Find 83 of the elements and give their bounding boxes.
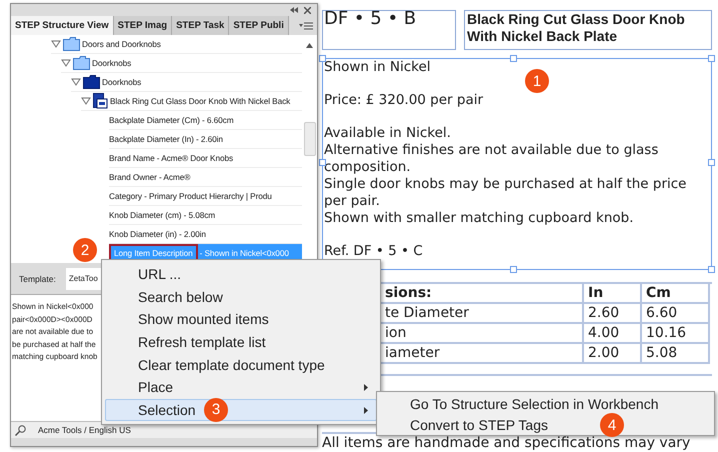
- item-label: Doorknobs: [92, 58, 132, 68]
- item-label: Backplate Diameter (In) - 2.60in: [109, 134, 223, 144]
- callout-number: 2: [73, 238, 97, 262]
- panel-tab[interactable]: STEP Imag: [114, 16, 172, 35]
- frame-paragraph: Available in Nickel. Alternative finishes are not available due to glass composition. Single door knobs may be purchased at half the price per pair. Shown with smaller matching cupboard knob.: [324, 125, 688, 227]
- menu-item[interactable]: Refresh template list: [105, 330, 377, 354]
- item-label: Black Ring Cut Glass Door Knob With Nickel Back: [110, 96, 290, 106]
- title-frame: Black Ring Cut Glass Door Knob With Nickel Back Plate: [464, 10, 712, 50]
- tree-row[interactable]: Doors and Doorknobs: [51, 35, 302, 54]
- tree-row[interactable]: Category - Primary Product Hierarchy | Produ: [109, 187, 302, 206]
- table-cell: 6.60: [642, 304, 710, 324]
- menu-item[interactable]: URL ...: [105, 263, 377, 286]
- table-cell: 2.00: [584, 344, 642, 364]
- panel-tab[interactable]: STEP Publi: [229, 16, 289, 35]
- menu-item[interactable]: Clear template document type: [105, 353, 377, 376]
- frame-handle[interactable]: [319, 55, 326, 62]
- tree-row[interactable]: Knob Diameter (cm) - 5.08cm: [109, 206, 302, 225]
- table-header: Cm: [642, 284, 710, 304]
- status-text: Acme Tools / English US: [38, 425, 131, 435]
- callout-number: 4: [600, 413, 624, 437]
- panel-tab[interactable]: STEP Task: [172, 16, 230, 35]
- tree-row[interactable]: Backplate Diameter (In) - 2.60in: [109, 130, 302, 149]
- tree-row[interactable]: Doorknobs: [61, 54, 302, 73]
- folder-icon: [83, 75, 100, 89]
- table-header: sions:: [381, 284, 584, 304]
- frame-handle[interactable]: [708, 159, 715, 166]
- item-label: Doorknobs: [102, 77, 142, 87]
- frame-handle[interactable]: [510, 266, 517, 273]
- menu-item[interactable]: Show mounted items: [105, 308, 377, 331]
- table-cell: 2.60: [584, 304, 642, 324]
- folder-icon: [73, 56, 90, 70]
- table-cell: iameter: [381, 344, 584, 364]
- table-cell: ion: [381, 324, 584, 344]
- frame-paragraph: Shown in Nickel: [324, 59, 432, 76]
- scroll-thumb[interactable]: [304, 122, 316, 156]
- table-header: In: [584, 284, 642, 304]
- menu-item[interactable]: Convert to STEP Tags 4: [380, 414, 711, 435]
- frame-handle[interactable]: [319, 159, 326, 166]
- product-icon: [93, 93, 108, 109]
- table-cell: 5.08: [642, 344, 710, 364]
- panel-tab[interactable]: STEP Structure View: [11, 16, 114, 35]
- item-label: Brand Name - Acme® Door Knobs: [109, 153, 234, 163]
- item-label: Brand Owner - Acme®: [109, 172, 190, 182]
- tree-row[interactable]: Backplate Diameter (Cm) - 6.60cm: [109, 111, 302, 130]
- submenu-arrow-icon: [364, 406, 368, 414]
- frame-handle[interactable]: [510, 55, 517, 62]
- footer-text: All items are handmade and specifications may vary: [322, 436, 692, 451]
- code-frame: DF • 5 • B: [322, 10, 456, 50]
- tree-row[interactable]: Doorknobs: [71, 73, 302, 92]
- callout-number: 3: [204, 398, 228, 422]
- search-icon[interactable]: [15, 424, 26, 436]
- callout-number: 1: [525, 69, 549, 93]
- expanded-triangle-icon[interactable]: [61, 59, 71, 67]
- menu-item[interactable]: Selection 3: [105, 398, 377, 422]
- template-label: Template:: [19, 274, 56, 284]
- expanded-triangle-icon[interactable]: [71, 78, 81, 86]
- frame-paragraph: Price: £ 320.00 per pair: [324, 92, 484, 109]
- tree-row[interactable]: Brand Owner - Acme®: [109, 168, 302, 187]
- tree-row[interactable]: Brand Name - Acme® Door Knobs: [109, 149, 302, 168]
- submenu-arrow-icon: [364, 384, 368, 391]
- item-label: Knob Diameter (in) - 2.00in: [109, 229, 206, 239]
- expanded-triangle-icon[interactable]: [51, 40, 61, 48]
- folder-icon: [63, 37, 80, 51]
- scroll-up-icon[interactable]: [306, 43, 313, 48]
- table-cell: 10.16: [642, 324, 710, 344]
- tree-row[interactable]: Black Ring Cut Glass Door Knob With Nickel Back: [81, 92, 302, 111]
- menu-item[interactable]: Place: [105, 376, 377, 399]
- close-icon[interactable]: [304, 6, 311, 14]
- frame-handle[interactable]: [708, 55, 715, 62]
- item-label: Category - Primary Product Hierarchy | Produ: [109, 191, 272, 201]
- item-value: - Shown in Nickel<0x000: [200, 248, 289, 258]
- menu-item[interactable]: Go To Structure Selection in Workbench: [380, 393, 711, 414]
- collapse-icon[interactable]: [290, 7, 298, 13]
- item-label: Backplate Diameter (Cm) - 6.60cm: [109, 115, 234, 125]
- menu-icon[interactable]: [299, 22, 313, 30]
- table-cell: 4.00: [584, 324, 642, 344]
- item-label: Knob Diameter (cm) - 5.08cm: [109, 210, 216, 220]
- frame-paragraph: Ref. DF • 5 • C: [324, 243, 424, 260]
- table-cell: te Diameter: [381, 304, 584, 324]
- expanded-triangle-icon[interactable]: [81, 97, 91, 105]
- frame-handle[interactable]: [708, 266, 715, 273]
- menu-item[interactable]: Search below: [105, 286, 377, 308]
- item-label: Doors and Doorknobs: [82, 39, 161, 49]
